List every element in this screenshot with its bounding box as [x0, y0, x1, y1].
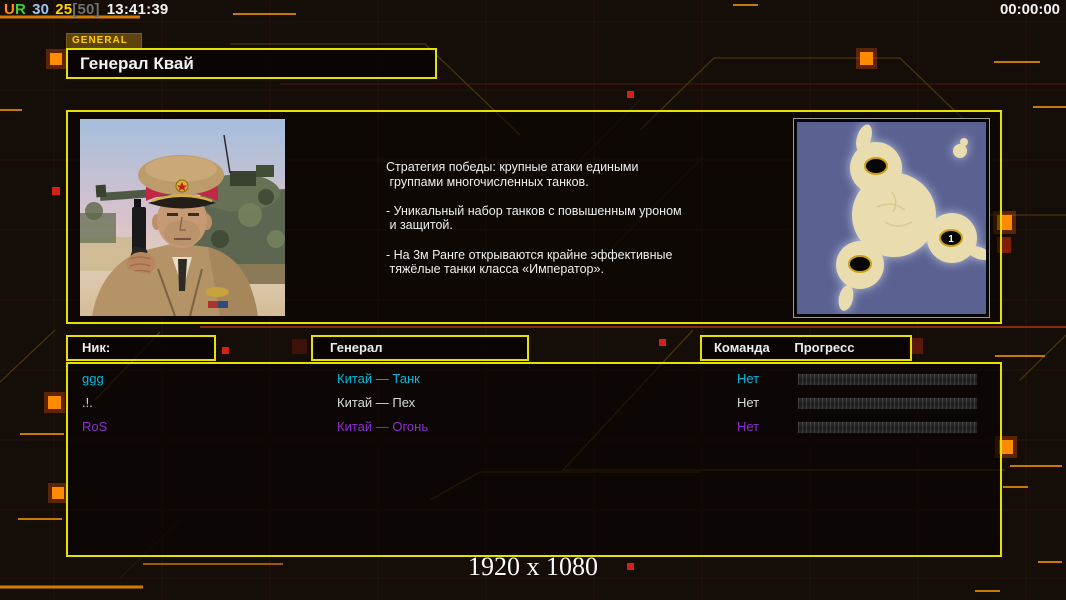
- player-team: Нет: [737, 395, 760, 410]
- status-bar: UR 30 25[50] 13:41:39: [4, 1, 168, 18]
- player-nick: RoS: [82, 419, 108, 434]
- status-value-max: [50]: [72, 1, 100, 18]
- spawn-point-1-label: 1: [948, 234, 954, 245]
- map-preview-image: 1: [797, 122, 986, 314]
- player-nick: ggg: [82, 371, 104, 386]
- description-line: - Уникальный набор танков с повышенным у…: [386, 203, 682, 218]
- description-line: группами многочисленных танков.: [386, 174, 589, 189]
- map-preview: 1: [793, 118, 990, 318]
- resolution-label: 1920 x 1080: [468, 552, 598, 581]
- player-progress-bar: [797, 421, 978, 434]
- players-table: ggg Китай — Танк Нет .!. Китай — Пех Нет…: [66, 362, 1002, 557]
- player-general: Китай — Танк: [337, 371, 420, 386]
- status-flag-u: U: [4, 1, 16, 18]
- player-progress-bar: [797, 373, 978, 386]
- description-line: - На 3м Ранге открываются крайне эффекти…: [386, 247, 673, 262]
- player-row: ggg Китай — Танк Нет: [68, 368, 1000, 392]
- header-nick: Ник:: [66, 335, 216, 361]
- description-line: тяжёлые танки класса «Император».: [386, 262, 604, 277]
- description-line: Стратегия победы: крупные атаки едиными: [386, 160, 639, 174]
- general-title-box: Генерал Квай: [66, 48, 437, 79]
- status-value-blue: 30: [32, 1, 50, 18]
- player-progress-bar: [797, 397, 978, 410]
- player-team: Нет: [737, 419, 760, 434]
- general-title: Генерал Квай: [80, 54, 194, 73]
- description-line: [386, 233, 720, 248]
- loading-screen: UR 30 25[50] 13:41:39 00:00:00 GENERAL Гене…: [0, 0, 1066, 600]
- player-general: Китай — Огонь: [337, 419, 429, 434]
- description-line: и защитой.: [386, 218, 453, 233]
- header-team: Команда: [714, 340, 770, 355]
- status-clock: 13:41:39: [106, 1, 169, 18]
- status-flag-r: R: [15, 1, 27, 18]
- general-description: Стратегия победы: крупные атаки едиными …: [386, 160, 720, 277]
- general-portrait-image: [80, 119, 285, 317]
- description-line: [386, 189, 720, 204]
- match-timer: 00:00:00: [999, 1, 1060, 18]
- player-nick: .!.: [82, 395, 93, 410]
- status-value-yellow: 25: [55, 1, 73, 18]
- player-team: Нет: [737, 371, 760, 386]
- player-row: RoS Китай — Огонь Нет: [68, 416, 1000, 440]
- header-team-progress: Команда Прогресс: [700, 335, 912, 361]
- general-portrait: [80, 119, 285, 317]
- header-general: Генерал: [311, 335, 529, 361]
- player-general: Китай — Пех: [337, 395, 416, 410]
- player-row: .!. Китай — Пех Нет: [68, 392, 1000, 416]
- header-progress: Прогресс: [794, 340, 855, 355]
- general-tab-label: GENERAL: [66, 33, 142, 48]
